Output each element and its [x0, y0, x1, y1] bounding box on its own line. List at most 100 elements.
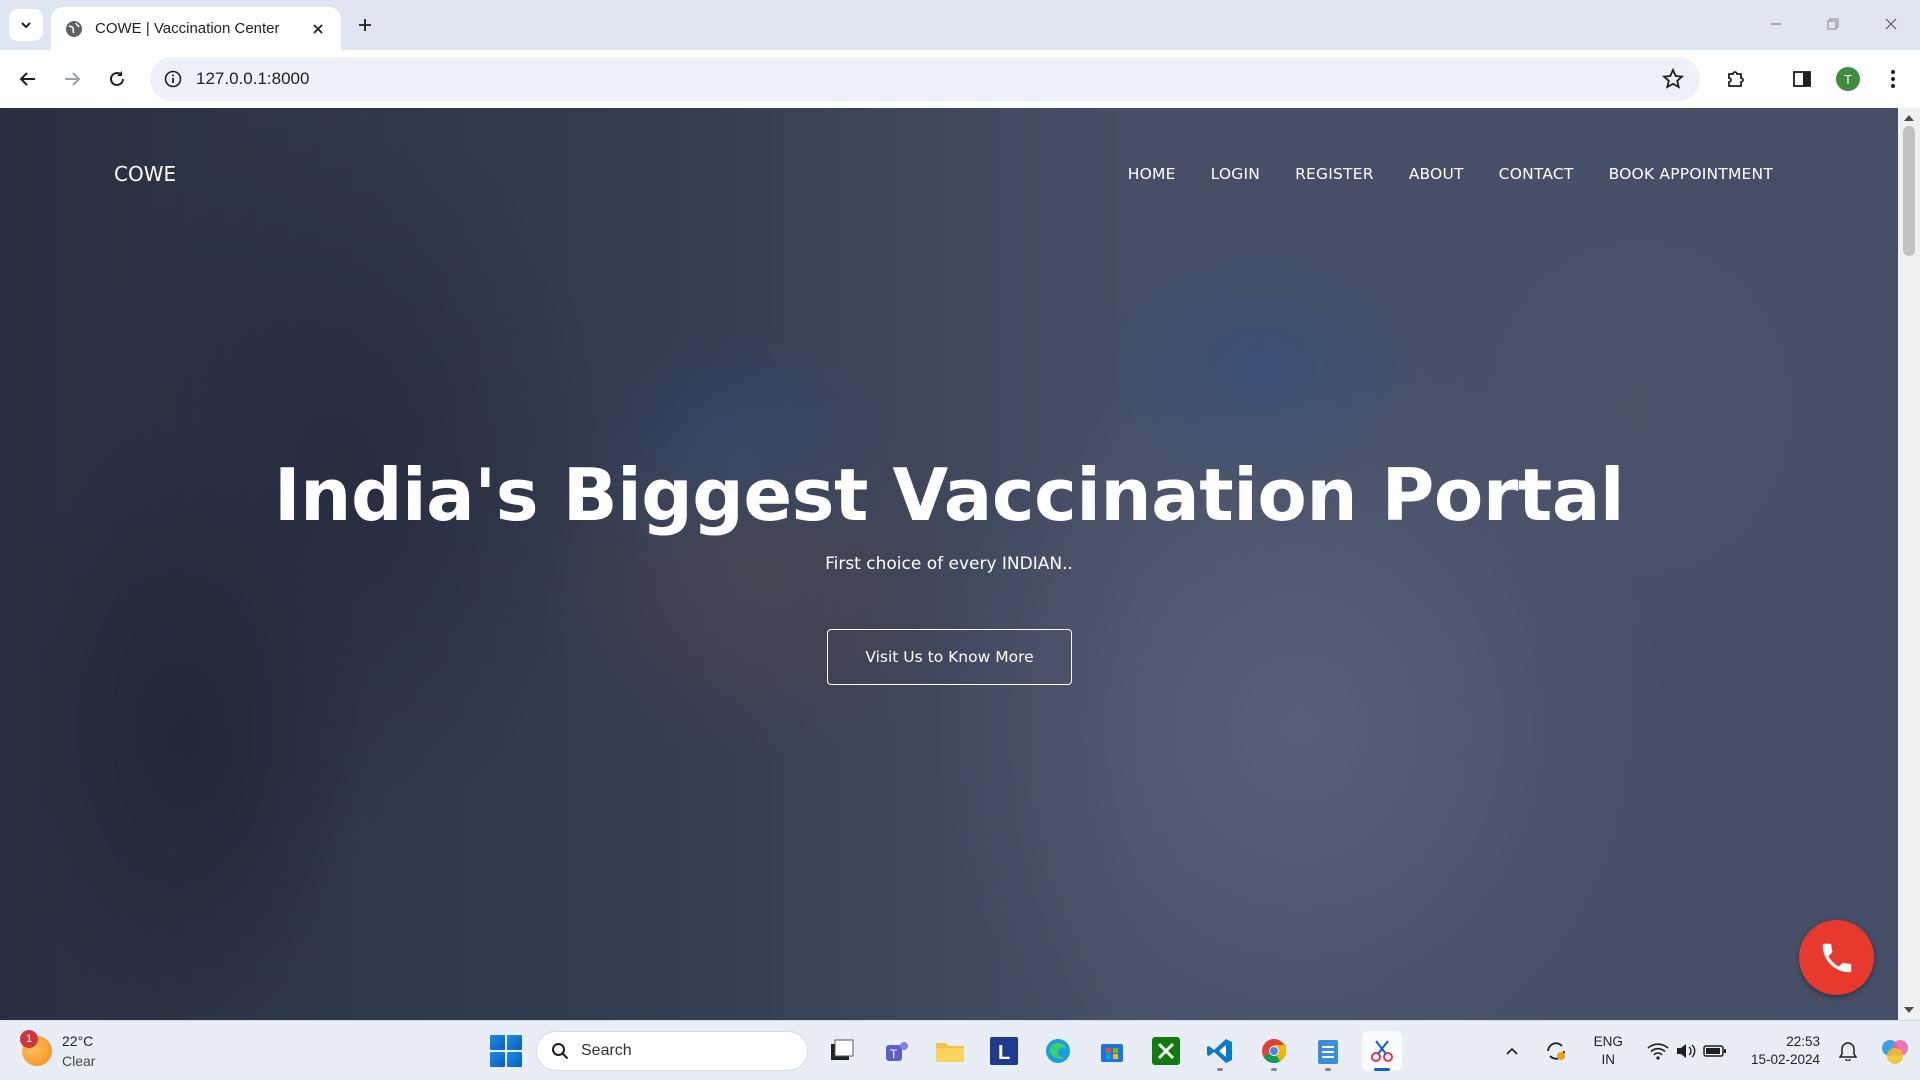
- start-button[interactable]: [490, 1035, 522, 1067]
- page-scrollbar[interactable]: [1898, 108, 1920, 1020]
- chrome-app[interactable]: [1254, 1031, 1294, 1071]
- nav-login[interactable]: LOGIN: [1211, 165, 1260, 183]
- side-panel-icon: [1793, 71, 1811, 87]
- nav-book-appointment[interactable]: BOOK APPOINTMENT: [1609, 165, 1773, 183]
- bookmark-star-icon[interactable]: [1662, 68, 1684, 90]
- folder-icon: [936, 1043, 964, 1062]
- l-app[interactable]: L: [984, 1031, 1024, 1071]
- windows-taskbar: 1 22°C Clear Search T L ENG IN 22:53 15-…: [0, 1020, 1920, 1080]
- xbox-icon: [1152, 1037, 1180, 1065]
- restore-icon: [1827, 18, 1839, 30]
- xbox-app[interactable]: [1146, 1031, 1186, 1071]
- globe-icon: [66, 20, 82, 37]
- weather-desc: Clear: [62, 1053, 96, 1069]
- volume-icon[interactable]: [1675, 1042, 1697, 1060]
- browser-toolbar: 127.0.0.1:8000: [0, 50, 1920, 108]
- nav-about[interactable]: ABOUT: [1409, 165, 1464, 183]
- notepad-app[interactable]: [1308, 1031, 1348, 1071]
- svg-text:L: L: [998, 1042, 1010, 1064]
- clock-date: 15-02-2024: [1750, 1052, 1820, 1067]
- weather-badge: 1: [20, 1030, 38, 1048]
- puzzle-icon: [1728, 71, 1744, 87]
- chevron-up-icon[interactable]: [1504, 1043, 1520, 1059]
- lang-line2: IN: [1601, 1052, 1616, 1067]
- tab-search-button[interactable]: [9, 9, 43, 41]
- more-vertical-icon: [1891, 70, 1895, 88]
- task-view-icon: [831, 1039, 854, 1060]
- file-explorer-app[interactable]: [930, 1031, 970, 1071]
- site-nav: HOME LOGIN REGISTER ABOUT CONTACT BOOK A…: [1128, 165, 1773, 183]
- scroll-down-icon[interactable]: [1904, 1006, 1914, 1014]
- teams-app[interactable]: T: [876, 1031, 916, 1071]
- nav-contact[interactable]: CONTACT: [1499, 165, 1574, 183]
- notification-bell-icon[interactable]: [1838, 1041, 1858, 1061]
- minimize-button[interactable]: [1752, 8, 1800, 40]
- scroll-up-icon[interactable]: [1904, 114, 1914, 122]
- minimize-icon: [1771, 23, 1781, 25]
- close-window-button[interactable]: [1867, 8, 1915, 40]
- profile-avatar[interactable]: T: [1836, 67, 1860, 91]
- hero-subtitle: First choice of every INDIAN..: [825, 554, 1073, 574]
- plus-icon: [359, 19, 371, 31]
- arrow-right-icon: [65, 72, 81, 86]
- task-view-button[interactable]: [822, 1031, 862, 1071]
- chrome-menu-button[interactable]: [1878, 64, 1908, 94]
- taskbar-apps: Search T L: [490, 1029, 1402, 1073]
- nav-register[interactable]: REGISTER: [1295, 165, 1374, 183]
- url-text[interactable]: 127.0.0.1:8000: [196, 69, 309, 89]
- phone-icon: [1822, 943, 1851, 972]
- chrome-icon: [1262, 1039, 1286, 1064]
- call-button[interactable]: [1799, 920, 1874, 995]
- clock-time: 22:53: [1786, 1034, 1820, 1049]
- taskbar-search[interactable]: Search: [536, 1031, 808, 1071]
- edge-app[interactable]: [1038, 1031, 1078, 1071]
- teams-icon: T: [886, 1042, 908, 1061]
- vscode-icon: [1207, 1039, 1232, 1063]
- site-info-icon[interactable]: [164, 70, 182, 88]
- page-viewport: COWE HOME LOGIN REGISTER ABOUT CONTACT B…: [0, 108, 1898, 1020]
- new-tab-button[interactable]: [352, 12, 378, 38]
- address-bar[interactable]: 127.0.0.1:8000: [150, 57, 1700, 101]
- battery-icon[interactable]: [1703, 1044, 1727, 1058]
- hero-title: India's Biggest Vaccination Portal: [273, 453, 1625, 537]
- system-tray: ENG IN 22:53 15-02-2024: [1504, 1021, 1920, 1080]
- weather-widget[interactable]: 1 22°C Clear: [20, 1030, 96, 1071]
- tab-title: COWE | Vaccination Center: [95, 20, 280, 37]
- vscode-app[interactable]: [1200, 1031, 1240, 1071]
- reload-icon: [110, 71, 124, 86]
- site-brand[interactable]: COWE: [114, 162, 176, 186]
- visit-us-button[interactable]: Visit Us to Know More: [827, 629, 1072, 685]
- lang-line1: ENG: [1593, 1034, 1623, 1049]
- close-icon: [1885, 18, 1897, 30]
- forward-button[interactable]: [57, 64, 87, 94]
- wifi-icon[interactable]: [1647, 1042, 1669, 1060]
- weather-temp: 22°C: [62, 1033, 94, 1049]
- close-tab-icon[interactable]: [309, 20, 327, 38]
- notepad-icon: [1318, 1040, 1338, 1064]
- arrow-left-icon: [19, 72, 35, 86]
- scrollbar-thumb[interactable]: [1903, 126, 1915, 256]
- edge-icon: [1046, 1039, 1070, 1063]
- browser-tab-active[interactable]: COWE | Vaccination Center: [51, 7, 341, 50]
- copilot-icon[interactable]: [1880, 1036, 1910, 1066]
- restore-button[interactable]: [1809, 8, 1857, 40]
- nav-home[interactable]: HOME: [1128, 165, 1176, 183]
- search-icon: [552, 1043, 569, 1060]
- language-indicator[interactable]: ENG IN: [1594, 1033, 1623, 1069]
- snipping-tool-icon: [1371, 1040, 1393, 1062]
- side-panel-button[interactable]: [1787, 64, 1817, 94]
- snipping-tool-app[interactable]: [1362, 1031, 1402, 1071]
- search-label: Search: [581, 1042, 632, 1059]
- clock[interactable]: 22:53 15-02-2024: [1751, 1033, 1820, 1069]
- l-app-icon: L: [990, 1037, 1018, 1065]
- back-button[interactable]: [13, 64, 43, 94]
- store-icon: [1101, 1044, 1123, 1062]
- sync-icon[interactable]: [1544, 1039, 1568, 1063]
- svg-text:T: T: [890, 1047, 898, 1061]
- browser-tab-bar: COWE | Vaccination Center: [0, 0, 1920, 50]
- weather-moon-icon: 1: [20, 1030, 52, 1066]
- reload-button[interactable]: [102, 64, 132, 94]
- chevron-down-icon: [21, 22, 31, 29]
- extensions-button[interactable]: [1721, 64, 1751, 94]
- store-app[interactable]: [1092, 1031, 1132, 1071]
